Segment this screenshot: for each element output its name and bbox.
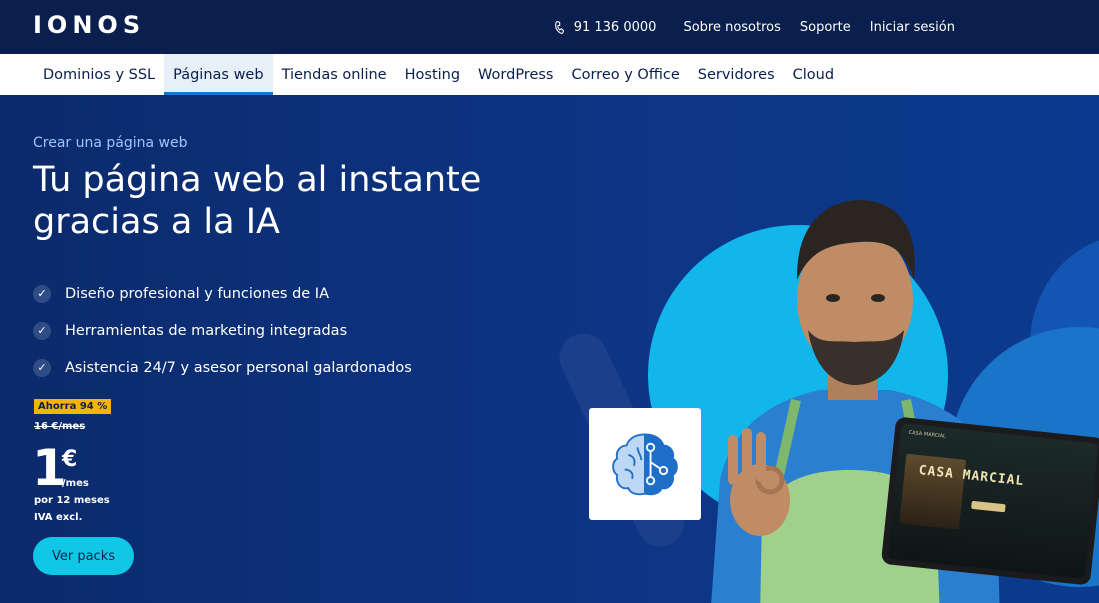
tablet-site-button xyxy=(971,500,1006,513)
top-links: 91 136 0000 Sobre nosotros Soporte Inici… xyxy=(553,0,955,54)
check-icon: ✓ xyxy=(33,284,51,303)
tablet-screen: CASA MARCIAL CASA MARCIAL xyxy=(887,423,1099,579)
hero-eyebrow: Crear una página web xyxy=(33,135,188,151)
phone-number: 91 136 0000 xyxy=(573,19,657,35)
feature-item: ✓ Diseño profesional y funciones de IA xyxy=(33,275,412,312)
phone-icon xyxy=(554,20,564,34)
nav-item-correo[interactable]: Correo y Office xyxy=(562,54,688,95)
support-link[interactable]: Soporte xyxy=(800,20,851,35)
feature-list: ✓ Diseño profesional y funciones de IA ✓… xyxy=(33,275,412,386)
login-link[interactable]: Iniciar sesión xyxy=(870,20,955,35)
hero-headline: Tu página web al instante gracias a la I… xyxy=(33,160,482,242)
nav-item-hosting[interactable]: Hosting xyxy=(396,54,469,95)
hero-section: Crear una página web Tu página web al in… xyxy=(0,95,1099,603)
phone-link[interactable]: 91 136 0000 xyxy=(553,19,657,35)
ai-brain-icon xyxy=(612,433,678,496)
old-price: 16 €/mes xyxy=(34,421,86,432)
feature-text: Herramientas de marketing integradas xyxy=(65,322,348,339)
about-link[interactable]: Sobre nosotros xyxy=(683,20,780,35)
ionos-logo[interactable]: IONOS xyxy=(33,11,145,39)
nav-item-dominios[interactable]: Dominios y SSL xyxy=(33,54,164,95)
nav-item-servidores[interactable]: Servidores xyxy=(689,54,784,95)
price-term: por 12 meses xyxy=(34,495,110,506)
nav-item-wordpress[interactable]: WordPress xyxy=(469,54,562,95)
price-tax-note: IVA excl. xyxy=(34,512,83,523)
nav-item-paginas-web[interactable]: Páginas web xyxy=(164,54,273,95)
tablet-site-name: CASA MARCIAL xyxy=(908,429,947,440)
feature-item: ✓ Herramientas de marketing integradas xyxy=(33,312,412,349)
feature-item: ✓ Asistencia 24/7 y asesor personal gala… xyxy=(33,349,412,386)
tablet-mockup: CASA MARCIAL CASA MARCIAL xyxy=(880,416,1099,586)
feature-text: Diseño profesional y funciones de IA xyxy=(65,285,330,302)
view-packs-button[interactable]: Ver packs xyxy=(33,537,134,575)
check-icon: ✓ xyxy=(33,358,51,377)
check-icon: ✓ xyxy=(33,321,51,340)
top-bar: IONOS 91 136 0000 Sobre nosotros Soporte… xyxy=(0,0,1099,54)
price-period: /mes xyxy=(62,478,89,489)
feature-text: Asistencia 24/7 y asesor personal galard… xyxy=(65,359,412,376)
nav-item-cloud[interactable]: Cloud xyxy=(784,54,843,95)
price-currency: € xyxy=(62,447,78,472)
nav-item-tiendas[interactable]: Tiendas online xyxy=(273,54,396,95)
ai-brain-tile xyxy=(589,408,701,520)
savings-badge: Ahorra 94 % xyxy=(34,399,112,414)
main-nav: Dominios y SSL Páginas web Tiendas onlin… xyxy=(0,54,1099,95)
